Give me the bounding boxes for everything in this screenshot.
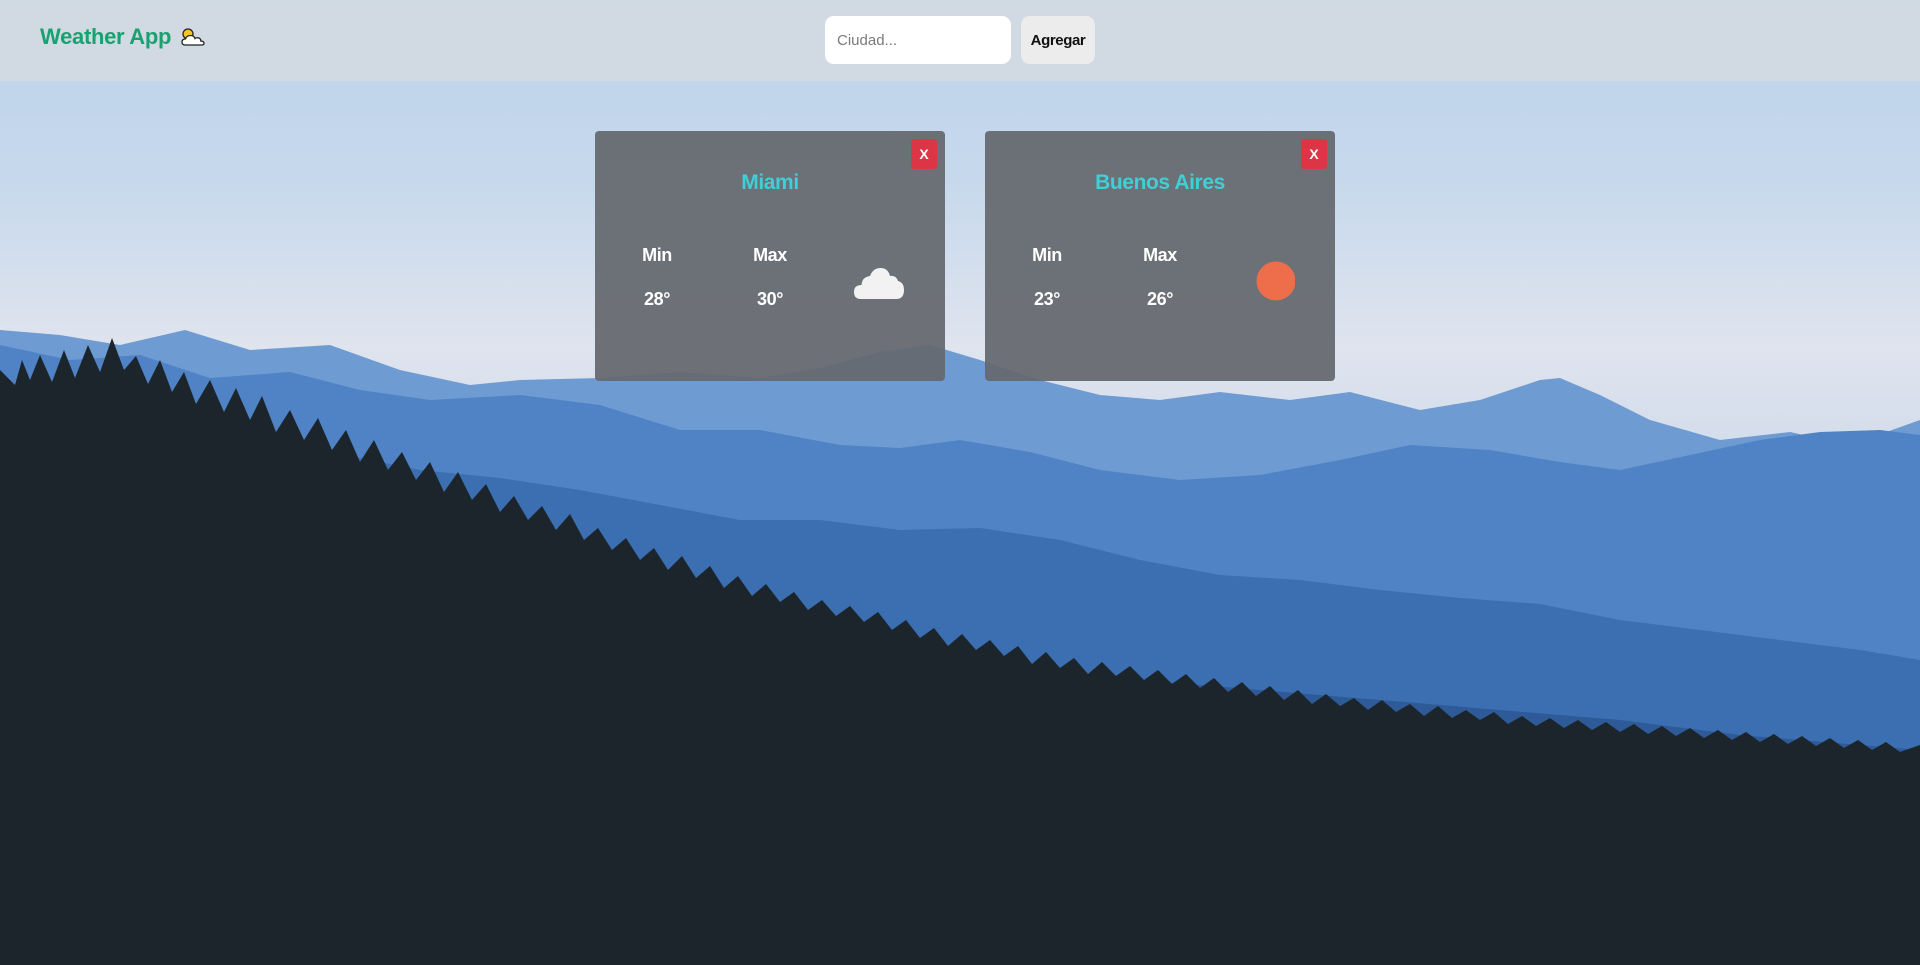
city-cards: X Miami Min 28° Max 30° X Buenos Aires M… [595, 131, 1335, 381]
max-label: Max [753, 245, 787, 265]
brand-title: Weather App [40, 24, 172, 49]
city-name: Miami [741, 171, 799, 194]
max-label: Max [1143, 245, 1177, 265]
min-value: 28° [643, 289, 671, 309]
min-value: 23° [1033, 289, 1061, 309]
sun-behind-cloud-icon [179, 26, 207, 48]
city-name: Buenos Aires [1095, 171, 1225, 194]
min-temperature: Min 28° [617, 245, 697, 310]
max-temperature: Max 26° [1120, 245, 1200, 310]
max-value: 30° [756, 289, 784, 309]
min-temperature: Min 23° [1007, 245, 1087, 310]
city-search-input[interactable] [825, 16, 1011, 64]
city-card-miami: X Miami Min 28° Max 30° [595, 131, 945, 381]
max-value: 26° [1146, 289, 1174, 309]
min-label: Min [1032, 245, 1062, 265]
add-city-form: Agregar [825, 16, 1095, 64]
min-label: Min [642, 245, 672, 265]
cloud-icon [853, 259, 905, 305]
sun-icon [1243, 259, 1295, 305]
brand[interactable]: Weather App [40, 24, 207, 50]
close-card-button[interactable]: X [911, 139, 937, 169]
add-city-button[interactable]: Agregar [1021, 16, 1095, 64]
close-card-button[interactable]: X [1301, 139, 1327, 169]
city-card-buenos-aires: X Buenos Aires Min 23° Max 26° [985, 131, 1335, 381]
navbar: Weather App Agregar [0, 0, 1920, 81]
max-temperature: Max 30° [730, 245, 810, 310]
